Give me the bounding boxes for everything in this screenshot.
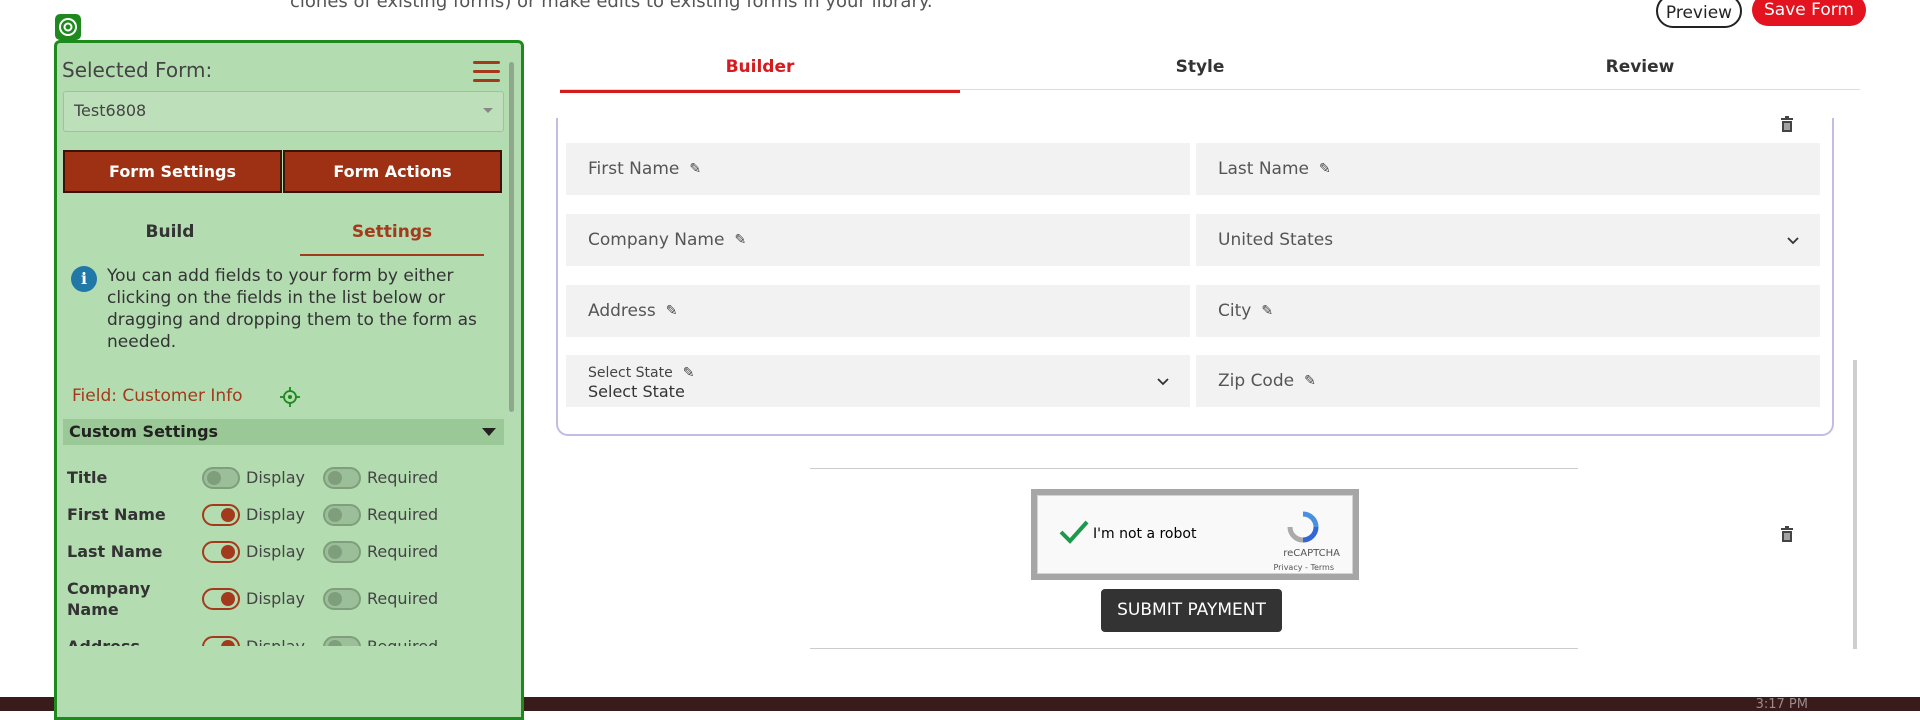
row-address-clip: Address Display Required <box>57 636 507 646</box>
display-toggle-last-name[interactable] <box>202 541 240 563</box>
display-toggle-company-name[interactable] <box>202 588 240 610</box>
first-name-label: First Name <box>588 159 680 179</box>
tab-style[interactable]: Style <box>1000 52 1400 90</box>
state-select[interactable]: Select State ✎ Select State <box>566 355 1190 407</box>
caret-down-icon <box>483 108 493 113</box>
required-label: Required <box>367 468 439 487</box>
target-icon[interactable] <box>55 14 81 40</box>
display-toggle-title[interactable] <box>202 467 240 489</box>
info-icon: i <box>71 266 97 292</box>
preview-button[interactable]: Preview <box>1656 0 1742 28</box>
recaptcha-brand: reCAPTCHA <box>1283 548 1340 559</box>
recaptcha-widget[interactable]: I'm not a robot reCAPTCHA Privacy - Term… <box>1031 489 1359 580</box>
pencil-icon[interactable]: ✎ <box>666 303 678 319</box>
row-label-company-name: Company Name <box>67 579 151 619</box>
country-value: United States <box>1218 230 1334 250</box>
zip-code-label: Zip Code <box>1218 371 1295 391</box>
crosshair-icon[interactable] <box>280 387 300 407</box>
divider <box>810 648 1578 649</box>
subtab-settings[interactable]: Settings <box>300 222 484 256</box>
form-select-value: Test6808 <box>74 101 147 120</box>
tab-builder[interactable]: Builder <box>560 52 960 93</box>
zip-code-field[interactable]: Zip Code ✎ <box>1196 355 1820 407</box>
first-name-field[interactable]: First Name ✎ <box>566 143 1190 195</box>
display-label: Display <box>246 505 305 524</box>
display-toggle-first-name[interactable] <box>202 504 240 526</box>
divider <box>810 468 1578 469</box>
form-select[interactable]: Test6808 <box>63 91 504 132</box>
info-text: You can add fields to your form by eithe… <box>107 266 477 352</box>
required-toggle-address[interactable] <box>323 636 361 646</box>
last-name-label: Last Name <box>1218 159 1309 179</box>
pencil-icon[interactable]: ✎ <box>689 161 701 177</box>
caret-down-icon <box>482 428 496 436</box>
last-name-field[interactable]: Last Name ✎ <box>1196 143 1820 195</box>
chevron-down-icon <box>1157 378 1169 386</box>
row-label-title: Title <box>67 468 108 487</box>
pencil-icon[interactable]: ✎ <box>683 365 695 381</box>
display-label: Display <box>246 542 305 561</box>
scrollbar[interactable] <box>1853 360 1857 649</box>
tab-review[interactable]: Review <box>1440 52 1840 90</box>
hamburger-menu-icon[interactable] <box>473 61 500 83</box>
subtab-build[interactable]: Build <box>63 222 277 254</box>
country-select[interactable]: United States <box>1196 214 1820 266</box>
address-field[interactable]: Address ✎ <box>566 285 1190 337</box>
tabs-divider <box>560 89 1860 90</box>
pencil-icon[interactable]: ✎ <box>734 232 746 248</box>
required-label: Required <box>367 589 439 608</box>
form-settings-button[interactable]: Form Settings <box>63 150 282 193</box>
field-name-label: Field: Customer Info <box>72 386 243 406</box>
row-label-first-name: First Name <box>67 505 166 524</box>
required-label: Required <box>367 542 439 561</box>
intro-text: clones of existing forms) or make edits … <box>290 0 933 12</box>
trash-icon[interactable] <box>1780 526 1794 542</box>
display-label: Display <box>246 637 305 646</box>
pencil-icon[interactable]: ✎ <box>1304 373 1316 389</box>
trash-icon[interactable] <box>1780 116 1794 132</box>
form-actions-button[interactable]: Form Actions <box>283 150 502 193</box>
state-label: Select State <box>588 364 673 381</box>
panel-scrollbar[interactable] <box>509 62 514 412</box>
city-field[interactable]: City ✎ <box>1196 285 1820 337</box>
row-label-last-name: Last Name <box>67 542 163 561</box>
custom-settings-label: Custom Settings <box>69 422 219 441</box>
pencil-icon[interactable]: ✎ <box>1319 161 1331 177</box>
pencil-icon[interactable]: ✎ <box>1261 303 1273 319</box>
chevron-down-icon <box>1787 237 1799 245</box>
recaptcha-label: I'm not a robot <box>1093 526 1197 542</box>
company-name-field[interactable]: Company Name ✎ <box>566 214 1190 266</box>
required-toggle-title[interactable] <box>323 467 361 489</box>
display-label: Display <box>246 468 305 487</box>
required-toggle-company-name[interactable] <box>323 588 361 610</box>
row-label-address: Address <box>67 636 140 646</box>
address-label: Address <box>588 301 656 321</box>
submit-payment-button[interactable]: SUBMIT PAYMENT <box>1101 589 1282 632</box>
recaptcha-logo-icon <box>1287 511 1319 543</box>
selected-form-label: Selected Form: <box>62 58 213 82</box>
required-label: Required <box>367 505 439 524</box>
state-value: Select State <box>588 381 685 401</box>
display-toggle-address[interactable] <box>202 636 240 646</box>
company-name-label: Company Name <box>588 230 725 250</box>
recaptcha-links[interactable]: Privacy - Terms <box>1274 563 1335 572</box>
required-toggle-first-name[interactable] <box>323 504 361 526</box>
custom-settings-header[interactable]: Custom Settings <box>63 419 504 445</box>
checkmark-icon[interactable] <box>1058 518 1090 546</box>
required-label: Required <box>367 637 438 646</box>
required-toggle-last-name[interactable] <box>323 541 361 563</box>
taskbar-clock: 3:17 PM <box>1755 697 1808 712</box>
display-label: Display <box>246 589 305 608</box>
city-label: City <box>1218 301 1252 321</box>
save-form-button[interactable]: Save Form <box>1752 0 1866 26</box>
